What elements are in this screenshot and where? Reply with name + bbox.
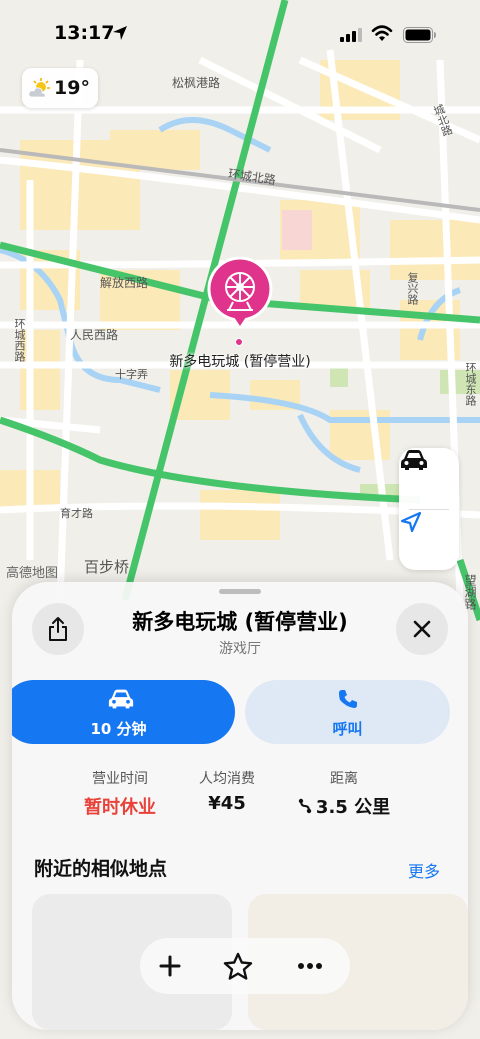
wifi-icon — [371, 25, 393, 41]
map-label-renmin-west: 人民西路 — [70, 328, 119, 342]
cellular-signal-icon — [340, 28, 362, 42]
add-button[interactable] — [150, 946, 190, 986]
info-hours: 营业时间 暂时休业 — [60, 768, 180, 819]
drive-directions-button[interactable]: 10 分钟 — [12, 680, 235, 744]
drive-mode-button[interactable] — [399, 448, 459, 508]
hours-value: 暂时休业 — [84, 797, 156, 818]
nearby-title: 附近的相似地点 — [34, 858, 168, 880]
close-icon — [413, 620, 431, 638]
map-label-huancheng-west: 环城西路 — [13, 318, 26, 362]
weather-temperature: 19° — [54, 77, 90, 99]
route-icon — [298, 798, 312, 814]
info-price: 人均消费 ¥45 — [167, 768, 287, 814]
call-button[interactable]: 呼叫 — [245, 680, 450, 744]
map-label-yucai: 育才路 — [60, 507, 93, 520]
location-arrow-icon — [400, 511, 422, 533]
sheet-grabber[interactable] — [219, 589, 261, 594]
share-button[interactable] — [32, 603, 84, 655]
info-distance: 距离 3.5 公里 — [284, 768, 404, 819]
favorite-button[interactable] — [218, 946, 258, 986]
hours-key: 营业时间 — [92, 771, 148, 787]
poi-pin[interactable] — [207, 256, 273, 326]
map-label-fuxing: 复兴路 — [406, 272, 419, 305]
plus-icon — [159, 955, 181, 977]
distance-value: 3.5 公里 — [315, 797, 391, 818]
place-category: 游戏厅 — [219, 641, 261, 657]
price-key: 人均消费 — [199, 771, 255, 787]
map-controls — [399, 448, 459, 570]
map-label-songfeng: 松枫港路 — [172, 76, 221, 90]
map-label-baibuqiao: 百步桥 — [84, 558, 130, 576]
map-label-shizi: 十字弄 — [115, 368, 148, 381]
map-label-huancheng-east: 环城东路 — [464, 362, 477, 406]
locate-button[interactable] — [399, 510, 459, 570]
weather-badge[interactable]: 19° — [22, 68, 98, 108]
share-icon — [49, 617, 67, 641]
poi-pin-anchor — [235, 338, 243, 346]
drive-time-label: 10 分钟 — [90, 720, 147, 738]
car-icon — [108, 689, 134, 709]
distance-value-row: 3.5 公里 — [284, 793, 404, 819]
close-button[interactable] — [396, 603, 448, 655]
more-button[interactable] — [290, 946, 330, 986]
star-icon — [223, 952, 253, 980]
status-time: 13:17 — [54, 22, 115, 44]
location-arrow-icon — [113, 26, 127, 40]
status-bar: 13:17 — [0, 0, 480, 66]
call-label: 呼叫 — [332, 720, 363, 738]
partly-sunny-icon — [28, 78, 50, 98]
map-label-jiefang-west: 解放西路 — [100, 276, 149, 290]
phone-icon — [339, 690, 357, 708]
poi-map-label[interactable]: 新多电玩城 (暂停营业) — [150, 351, 330, 371]
place-title: 新多电玩城 (暂停营业) — [132, 610, 348, 634]
map-attribution: 高德地图 — [6, 566, 59, 581]
nearby-more-link[interactable]: 更多 — [408, 858, 440, 882]
distance-key: 距离 — [330, 771, 358, 787]
bottom-toolbar — [140, 938, 350, 994]
price-value: ¥45 — [208, 793, 246, 814]
ellipsis-icon — [298, 963, 322, 969]
car-icon — [401, 450, 427, 470]
battery-icon — [403, 27, 436, 43]
